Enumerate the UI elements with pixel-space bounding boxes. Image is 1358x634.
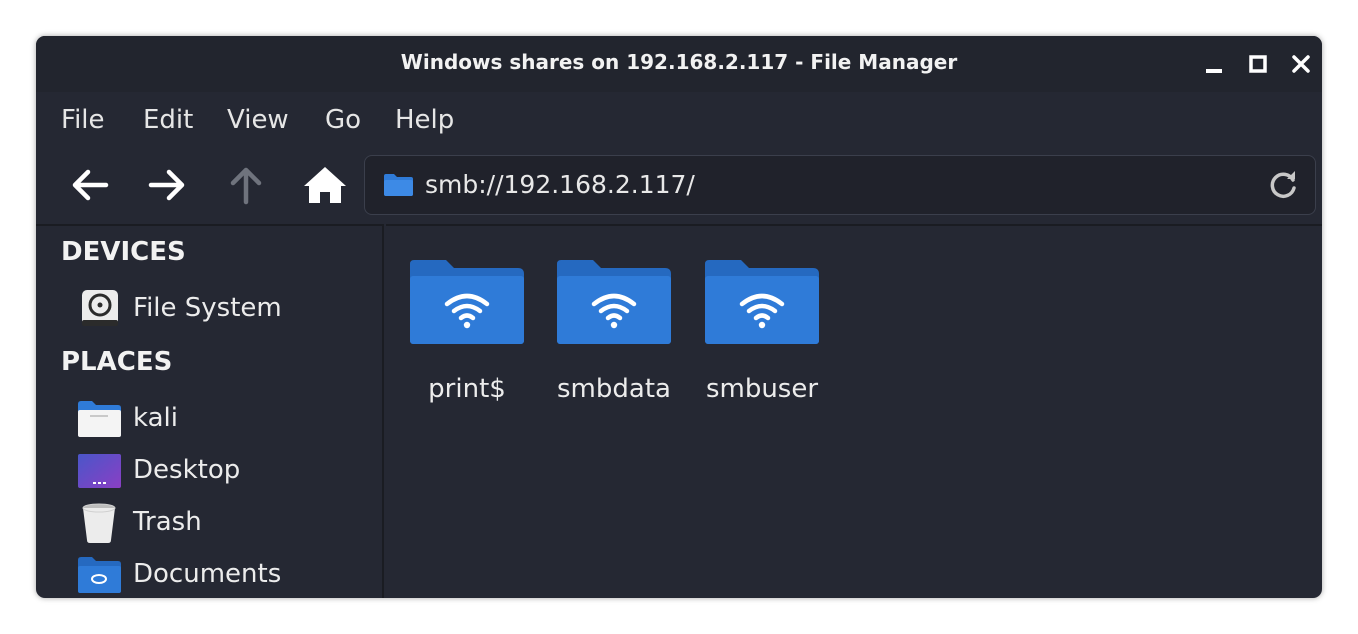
up-button[interactable] (222, 162, 270, 208)
maximize-button[interactable] (1244, 50, 1272, 78)
maximize-icon (1249, 55, 1267, 73)
sidebar-item-label: Trash (133, 507, 202, 537)
share-name: print$ (428, 374, 506, 404)
file-manager-window: Windows shares on 192.168.2.117 - File M… (36, 36, 1322, 598)
title-bar[interactable]: Windows shares on 192.168.2.117 - File M… (36, 36, 1322, 92)
toolbar: smb://192.168.2.117/ (36, 148, 1322, 224)
minimize-icon (1206, 69, 1222, 73)
desktop-icon (78, 454, 121, 488)
sidebar-item-label: File System (133, 293, 282, 323)
sidebar-item-label: Desktop (133, 455, 241, 485)
share-item[interactable]: print$ (402, 258, 532, 418)
sidebar-item-label: kali (133, 403, 178, 433)
close-button[interactable] (1287, 50, 1315, 78)
reload-icon[interactable] (1265, 167, 1301, 203)
devices-heading: DEVICES (61, 237, 186, 267)
file-view: print$ smbdata smbuser (386, 224, 1322, 598)
sidebar-item-label: Documents (133, 559, 282, 589)
arrow-up-icon (230, 167, 262, 205)
trash-icon (82, 503, 116, 543)
sidebar-item-documents[interactable]: Documents (76, 552, 376, 598)
sidebar-item-trash[interactable]: Trash (76, 500, 376, 546)
location-input[interactable]: smb://192.168.2.117/ (425, 170, 695, 199)
sidebar-item-kali[interactable]: kali (76, 396, 376, 442)
menu-view[interactable]: View (223, 103, 293, 137)
share-item[interactable]: smbdata (549, 258, 679, 418)
menu-edit[interactable]: Edit (139, 103, 197, 137)
share-item[interactable]: smbuser (697, 258, 827, 418)
window-title: Windows shares on 192.168.2.117 - File M… (400, 50, 958, 74)
home-folder-icon (78, 401, 121, 437)
sidebar-item-file-system[interactable]: File System (76, 286, 376, 332)
menu-go[interactable]: Go (321, 103, 365, 137)
network-folder-icon (557, 260, 671, 344)
location-bar[interactable]: smb://192.168.2.117/ (364, 155, 1316, 215)
menu-file[interactable]: File (57, 103, 109, 137)
share-name: smbdata (557, 374, 671, 404)
menu-bar: File Edit View Go Help (36, 92, 1322, 148)
home-icon (304, 167, 346, 203)
folder-icon (384, 174, 413, 196)
sidebar-item-desktop[interactable]: Desktop (76, 448, 376, 494)
share-name: smbuser (705, 374, 819, 404)
forward-button[interactable] (143, 162, 191, 208)
drive-icon (82, 290, 118, 326)
arrow-right-icon (148, 169, 185, 201)
home-button[interactable] (301, 162, 349, 208)
sidebar: DEVICES File System PLACES kali Desktop … (36, 224, 384, 598)
documents-folder-icon (78, 557, 121, 593)
minimize-button[interactable] (1200, 50, 1228, 78)
menu-help[interactable]: Help (391, 103, 458, 137)
network-folder-icon (410, 260, 524, 344)
close-icon (1292, 55, 1310, 73)
network-folder-icon (705, 260, 819, 344)
arrow-left-icon (72, 169, 109, 201)
places-heading: PLACES (61, 347, 173, 377)
back-button[interactable] (66, 162, 114, 208)
